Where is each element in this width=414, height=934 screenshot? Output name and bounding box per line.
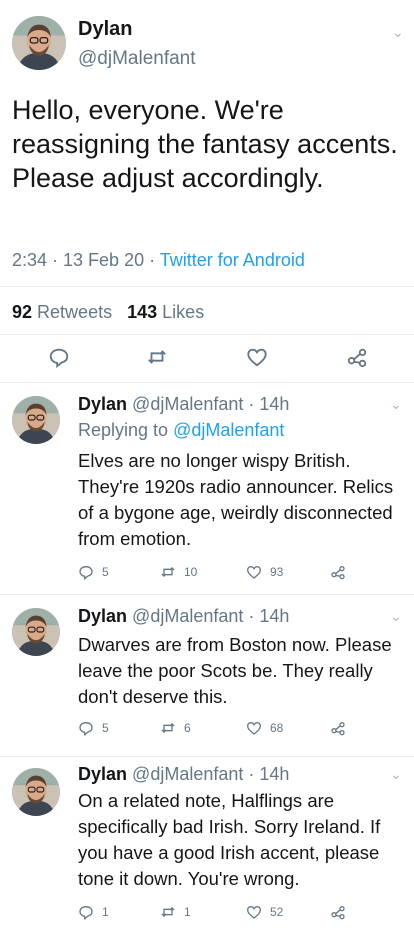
replying-to-label: Replying to	[78, 420, 169, 440]
retweet-button[interactable]: 10	[160, 564, 197, 580]
divider	[0, 286, 414, 287]
like-count: 93	[270, 565, 284, 579]
reply-tweet[interactable]: Dylan @djMalenfant · 14h ⌄ Dwarves are f…	[0, 594, 414, 754]
retweet-count: 1	[184, 905, 191, 919]
share-button[interactable]	[330, 904, 346, 920]
tweet-text: Hello, everyone. We're reassigning the f…	[12, 95, 398, 193]
retweet-button[interactable]: 1	[160, 904, 191, 920]
reply-icon	[78, 564, 94, 580]
reply-actions: 5 6 68	[0, 720, 414, 744]
reply-button[interactable]: 5	[78, 564, 109, 580]
reply-text: Elves are no longer wispy British. They'…	[78, 450, 394, 549]
heart-icon	[246, 564, 262, 580]
reply-author-name[interactable]: Dylan	[78, 394, 127, 414]
reply-count: 5	[102, 565, 109, 579]
chevron-down-icon[interactable]: ⌄	[390, 766, 402, 783]
retweets-stat[interactable]: 92 Retweets	[12, 302, 112, 322]
author-name[interactable]: Dylan	[78, 18, 132, 41]
share-button[interactable]	[330, 720, 346, 736]
likes-stat[interactable]: 143 Likes	[127, 302, 204, 322]
retweet-icon	[146, 346, 168, 368]
replying-to-link[interactable]: @djMalenfant	[173, 420, 284, 440]
avatar[interactable]	[12, 16, 66, 70]
retweet-button[interactable]: 6	[160, 720, 191, 736]
tweet-source-link[interactable]: Twitter for Android	[160, 250, 305, 270]
reply-handle-time: @djMalenfant · 14h	[132, 394, 290, 414]
reply-handle-time: @djMalenfant · 14h	[132, 606, 290, 626]
retweets-label: Retweets	[37, 302, 113, 322]
tweet-stats: 92 Retweets 143 Likes	[12, 302, 204, 323]
retweet-count: 10	[184, 565, 198, 579]
reply-icon	[48, 346, 70, 368]
chevron-down-icon[interactable]: ⌄	[392, 24, 404, 41]
share-button[interactable]	[330, 564, 346, 580]
tweet-actions	[0, 346, 414, 370]
avatar[interactable]	[12, 768, 60, 816]
reply-count: 1	[102, 905, 109, 919]
chevron-down-icon[interactable]: ⌄	[390, 396, 402, 413]
replying-to: Replying to @djMalenfant	[78, 420, 284, 441]
reply-count: 5	[102, 721, 109, 735]
author-handle[interactable]: @djMalenfant	[78, 48, 196, 70]
reply-author-name[interactable]: Dylan	[78, 764, 127, 784]
reply-tweet[interactable]: Dylan @djMalenfant · 14h ⌄ On a related …	[0, 756, 414, 934]
avatar[interactable]	[12, 608, 60, 656]
avatar[interactable]	[12, 396, 60, 444]
reply-button[interactable]	[48, 346, 70, 368]
reply-header: Dylan @djMalenfant · 14h	[78, 606, 289, 627]
like-count: 68	[270, 721, 284, 735]
share-icon	[330, 720, 346, 736]
like-button[interactable]: 68	[246, 720, 283, 736]
share-button[interactable]	[346, 346, 368, 368]
heart-icon	[246, 904, 262, 920]
like-count: 52	[270, 905, 284, 919]
reply-text: Dwarves are from Boston now. Please leav…	[78, 634, 392, 707]
share-icon	[330, 904, 346, 920]
retweet-count: 6	[184, 721, 191, 735]
retweet-icon	[160, 564, 176, 580]
reply-tweet[interactable]: Dylan @djMalenfant · 14h ⌄ Replying to @…	[0, 382, 414, 590]
heart-icon	[246, 720, 262, 736]
divider	[0, 334, 414, 335]
likes-count: 143	[127, 302, 158, 322]
likes-label: Likes	[162, 302, 205, 322]
reply-header: Dylan @djMalenfant · 14h	[78, 764, 289, 785]
retweet-icon	[160, 904, 176, 920]
share-icon	[330, 564, 346, 580]
like-button[interactable]: 93	[246, 564, 283, 580]
reply-actions: 1 1 52	[0, 904, 414, 928]
chevron-down-icon[interactable]: ⌄	[390, 608, 402, 625]
tweet-timestamp: 2:34 · 13 Feb 20 ·	[12, 250, 156, 270]
reply-button[interactable]: 5	[78, 720, 109, 736]
like-button[interactable]	[246, 346, 268, 368]
reply-text: On a related note, Halflings are specifi…	[78, 790, 381, 889]
reply-author-name[interactable]: Dylan	[78, 606, 127, 626]
reply-header: Dylan @djMalenfant · 14h	[78, 394, 289, 415]
reply-actions: 5 10 93	[0, 564, 414, 588]
reply-icon	[78, 720, 94, 736]
like-button[interactable]: 52	[246, 904, 283, 920]
reply-button[interactable]: 1	[78, 904, 109, 920]
retweets-count: 92	[12, 302, 33, 322]
retweet-icon	[160, 720, 176, 736]
retweet-button[interactable]	[146, 346, 168, 368]
reply-handle-time: @djMalenfant · 14h	[132, 764, 290, 784]
heart-icon	[246, 346, 268, 368]
tweet-meta: 2:34 · 13 Feb 20 · Twitter for Android	[12, 250, 305, 271]
share-icon	[346, 346, 368, 368]
reply-icon	[78, 904, 94, 920]
